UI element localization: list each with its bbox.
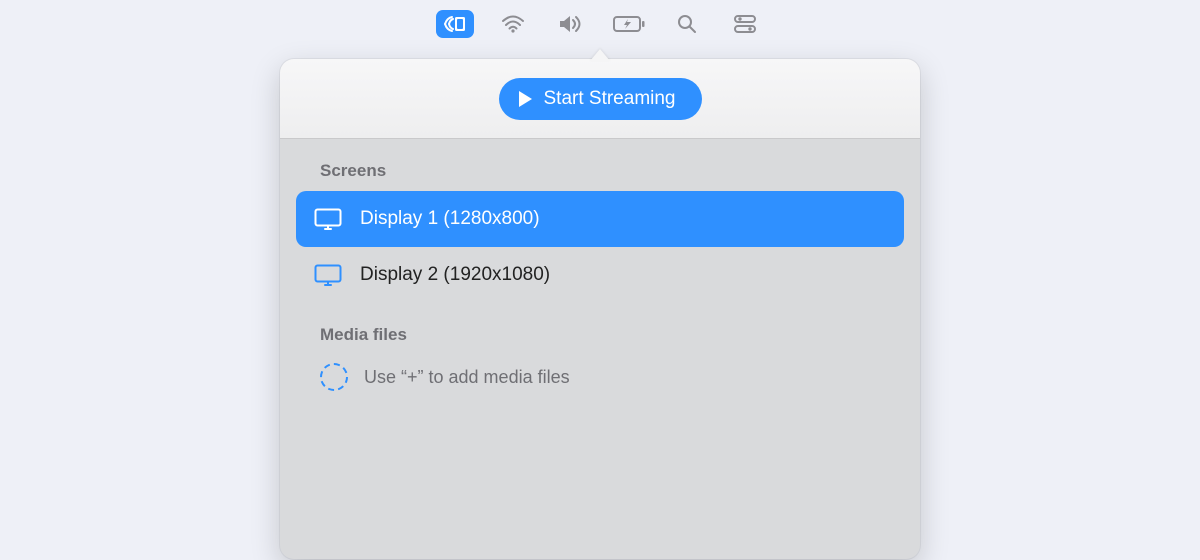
monitor-icon: [314, 208, 342, 230]
popover-body: Start Streaming Screens Display 1 (1280x…: [280, 59, 920, 559]
battery-charging-icon: [613, 16, 645, 32]
menubar-volume[interactable]: [552, 10, 590, 38]
play-icon: [519, 91, 532, 107]
screens-section-label: Screens: [280, 139, 920, 191]
media-files-empty: Use “+” to add media files: [280, 355, 920, 399]
start-streaming-button[interactable]: Start Streaming: [499, 78, 702, 120]
add-media-placeholder-icon[interactable]: [320, 363, 348, 391]
menubar-battery[interactable]: [610, 10, 648, 38]
menubar-streaming[interactable]: [436, 10, 474, 38]
popover-header: Start Streaming: [280, 59, 920, 139]
wifi-icon: [501, 15, 525, 33]
start-streaming-label: Start Streaming: [544, 88, 676, 110]
popover-caret: [590, 49, 610, 61]
screen-item-label: Display 2 (1920x1080): [360, 264, 550, 286]
screen-item-display-2[interactable]: Display 2 (1920x1080): [296, 247, 904, 303]
screen-item-display-1[interactable]: Display 1 (1280x800): [296, 191, 904, 247]
volume-icon: [558, 15, 584, 33]
control-center-icon: [734, 15, 756, 33]
monitor-icon: [314, 264, 342, 286]
media-section-label: Media files: [280, 303, 920, 355]
menubar: [0, 10, 1200, 38]
streaming-icon: [442, 14, 468, 34]
streaming-popover: Start Streaming Screens Display 1 (1280x…: [280, 47, 920, 559]
menubar-search[interactable]: [668, 10, 706, 38]
screen-item-label: Display 1 (1280x800): [360, 208, 540, 230]
search-icon: [677, 14, 697, 34]
screens-list: Display 1 (1280x800) Display 2 (1920x108…: [280, 191, 920, 303]
menubar-control-center[interactable]: [726, 10, 764, 38]
menubar-wifi[interactable]: [494, 10, 532, 38]
media-placeholder-text: Use “+” to add media files: [364, 367, 570, 388]
